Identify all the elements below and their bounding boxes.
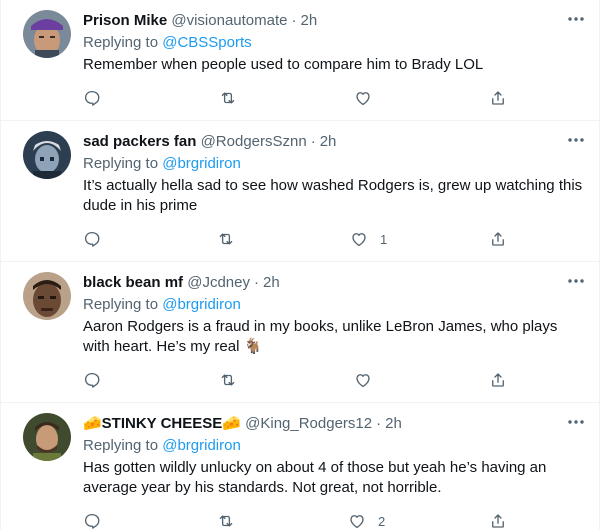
more-options-icon[interactable] <box>567 135 585 145</box>
retweet-button[interactable] <box>219 88 237 108</box>
like-count: 1 <box>380 231 388 247</box>
tweet-text: It’s actually hella sad to see how washe… <box>83 177 583 214</box>
tweet-text: Remember when people used to compare him… <box>83 56 484 73</box>
reply-icon <box>84 513 100 529</box>
avatar-image <box>23 131 71 179</box>
share-button[interactable] <box>489 511 507 530</box>
display-name[interactable]: 🧀STINKY CHEESE🧀 <box>83 415 241 432</box>
heart-icon <box>356 374 370 388</box>
like-button[interactable] <box>354 88 384 108</box>
share-icon <box>492 514 504 528</box>
more-options-icon[interactable] <box>567 417 585 427</box>
avatar-image <box>23 272 71 320</box>
tweet[interactable]: 🧀STINKY CHEESE🧀 @King_Rodgers12 · 2h Reply… <box>1 403 599 530</box>
retweet-button[interactable] <box>217 511 235 530</box>
heart-icon <box>356 92 370 106</box>
display-name[interactable]: black bean mf <box>83 274 183 291</box>
replying-to: Replying to @brgridiron <box>83 295 588 315</box>
avatar-image <box>23 10 71 58</box>
tweet-actions <box>83 370 513 390</box>
tweet[interactable]: Prison Mike @visionautomate · 2h Replying … <box>1 0 599 121</box>
heart-icon <box>352 233 366 247</box>
more-options-icon[interactable] <box>567 276 585 286</box>
reply-button[interactable] <box>83 88 101 108</box>
mention-link[interactable]: @brgridiron <box>162 437 241 454</box>
avatar[interactable] <box>23 131 71 179</box>
tweet-actions: 1 <box>83 229 513 249</box>
reply-feed: Prison Mike @visionautomate · 2h Replying … <box>0 0 600 530</box>
retweet-button[interactable] <box>217 229 235 249</box>
reply-icon <box>84 90 100 106</box>
reply-icon <box>84 372 100 388</box>
replying-to: Replying to @CBSSports <box>83 33 588 53</box>
replying-to-label: Replying to <box>83 34 163 51</box>
tweet[interactable]: sad packers fan @RodgersSznn · 2h Replying… <box>1 121 599 262</box>
heart-icon <box>350 515 364 529</box>
share-icon <box>492 232 504 246</box>
share-button[interactable] <box>489 88 507 108</box>
retweet-icon <box>219 233 233 245</box>
reply-button[interactable] <box>83 229 101 249</box>
mention-link[interactable]: @brgridiron <box>162 155 241 172</box>
avatar[interactable] <box>23 272 71 320</box>
tweet[interactable]: black bean mf @Jcdney · 2h Replying to @br… <box>1 262 599 403</box>
replying-to-label: Replying to <box>83 155 163 172</box>
timestamp[interactable]: 2h <box>301 12 318 29</box>
display-name[interactable]: Prison Mike <box>83 12 167 29</box>
replying-to-label: Replying to <box>83 437 163 454</box>
reply-icon <box>84 231 100 247</box>
timestamp[interactable]: 2h <box>385 415 402 432</box>
replying-to-label: Replying to <box>83 296 163 313</box>
mention-link[interactable]: @brgridiron <box>162 296 241 313</box>
avatar-image <box>23 413 71 461</box>
share-button[interactable] <box>489 229 507 249</box>
timestamp[interactable]: 2h <box>320 133 337 150</box>
share-button[interactable] <box>489 370 507 390</box>
tweet-text: Aaron Rodgers is a fraud in my books, un… <box>83 318 558 355</box>
user-handle[interactable]: @RodgersSznn <box>201 133 307 150</box>
retweet-button[interactable] <box>219 370 237 390</box>
separator-dot: · <box>310 133 316 150</box>
tweet-actions: 2 <box>83 511 513 530</box>
more-options-icon[interactable] <box>567 14 585 24</box>
user-handle[interactable]: @visionautomate <box>171 12 287 29</box>
tweet-text: Has gotten wildly unlucky on about 4 of … <box>83 459 547 496</box>
retweet-icon <box>221 374 235 386</box>
like-button[interactable] <box>354 370 384 390</box>
user-handle[interactable]: @King_Rodgers12 <box>245 415 372 432</box>
like-button[interactable]: 1 <box>350 229 387 249</box>
retweet-icon <box>221 92 235 104</box>
avatar[interactable] <box>23 10 71 58</box>
like-button[interactable]: 2 <box>348 511 385 530</box>
replying-to: Replying to @brgridiron <box>83 154 588 174</box>
mention-link[interactable]: @CBSSports <box>162 34 251 51</box>
avatar[interactable] <box>23 413 71 461</box>
user-handle[interactable]: @Jcdney <box>187 274 250 291</box>
replying-to: Replying to @brgridiron <box>83 436 588 456</box>
reply-button[interactable] <box>83 511 101 530</box>
separator-dot: · <box>253 274 259 291</box>
like-count: 2 <box>378 513 386 529</box>
share-icon <box>492 91 504 105</box>
retweet-icon <box>219 515 233 527</box>
separator-dot: · <box>291 12 297 29</box>
separator-dot: · <box>376 415 382 432</box>
tweet-actions <box>83 88 513 108</box>
display-name[interactable]: sad packers fan <box>83 133 196 150</box>
share-icon <box>492 373 504 387</box>
timestamp[interactable]: 2h <box>263 274 280 291</box>
reply-button[interactable] <box>83 370 101 390</box>
